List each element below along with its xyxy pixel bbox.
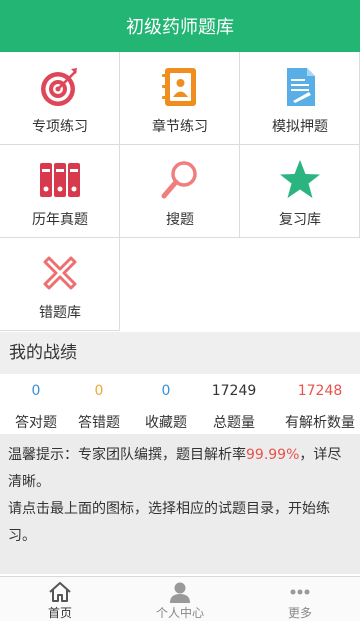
stat-label: 收藏题	[145, 415, 187, 431]
contacts-book-icon	[162, 68, 196, 106]
tips-panel: 温馨提示：专家团队编撰，题目解析率99.99%，详尽清晰。 请点击最上面的图标，…	[0, 434, 360, 574]
page-title: 初级药师题库	[126, 17, 234, 38]
stat-value: 0	[31, 383, 41, 399]
stat-label: 答对题	[15, 415, 57, 431]
search-icon	[161, 161, 197, 199]
user-icon	[170, 582, 190, 603]
target-icon	[41, 68, 77, 106]
binders-icon	[40, 163, 80, 197]
menu-item-label: 专项练习	[32, 119, 88, 135]
more-icon	[290, 589, 310, 595]
stat-label: 答错题	[78, 415, 120, 431]
tips-line-1: 温馨提示：专家团队编撰，题目解析率99.99%，详尽清晰。	[8, 442, 352, 496]
menu-item-label: 复习库	[279, 212, 321, 228]
star-icon	[280, 160, 320, 198]
menu-item-special-practice[interactable]: 专项练习	[0, 52, 120, 145]
menu-item-review[interactable]: 复习库	[240, 145, 360, 238]
app-header: 初级药师题库	[0, 0, 360, 52]
stats-panel: 0 答对题 0 答错题 0 收藏题 17249 总题量 17248 有解析数量	[0, 374, 360, 434]
stat-wrong: 0 答错题	[63, 374, 135, 434]
cross-icon	[43, 256, 77, 290]
stat-value: 0	[94, 383, 104, 399]
stat-value: 0	[161, 383, 171, 399]
stat-label: 有解析数量	[285, 415, 355, 431]
stat-correct: 0 答对题	[0, 374, 72, 434]
tips-line-2: 请点击最上面的图标，选择相应的试题目录，开始练习。	[8, 501, 330, 544]
menu-item-past-exams[interactable]: 历年真题	[0, 145, 120, 238]
menu-item-chapter-practice[interactable]: 章节练习	[120, 52, 240, 145]
tab-label: 首页	[47, 606, 72, 620]
stats-section-title: 我的战绩	[0, 332, 360, 374]
menu-item-search[interactable]: 搜题	[120, 145, 240, 238]
tips-prefix: 温馨提示：专家团队编撰，题目解析率	[8, 447, 246, 463]
stat-total: 17249 总题量	[198, 374, 270, 434]
tab-label: 更多	[287, 606, 312, 620]
menu-item-mock-exam[interactable]: 模拟押题	[240, 52, 360, 145]
menu-item-label: 模拟押题	[272, 119, 328, 135]
document-edit-icon	[287, 68, 315, 106]
bottom-tabbar: 首页 个人中心 更多	[0, 576, 360, 621]
menu-item-label: 搜题	[166, 212, 194, 228]
stat-favorites: 0 收藏题	[130, 374, 202, 434]
tab-home[interactable]: 首页	[0, 577, 120, 621]
menu-grid: 专项练习 章节练习 模拟押题 历年真题 搜题 复习库 错题库	[0, 52, 360, 332]
stat-value: 17248	[297, 383, 343, 399]
stat-value: 17249	[211, 383, 257, 399]
menu-item-label: 历年真题	[32, 212, 88, 228]
stat-label: 总题量	[213, 415, 255, 431]
tips-rate: 99.99%	[246, 447, 300, 463]
menu-item-label: 错题库	[39, 305, 81, 321]
stat-analyzed: 17248 有解析数量	[280, 374, 360, 434]
tab-profile[interactable]: 个人中心	[120, 577, 240, 621]
tab-label: 个人中心	[155, 606, 204, 620]
menu-item-wrong-questions[interactable]: 错题库	[0, 238, 120, 331]
tab-more[interactable]: 更多	[240, 577, 360, 621]
menu-item-label: 章节练习	[152, 119, 208, 135]
home-icon	[49, 582, 71, 602]
